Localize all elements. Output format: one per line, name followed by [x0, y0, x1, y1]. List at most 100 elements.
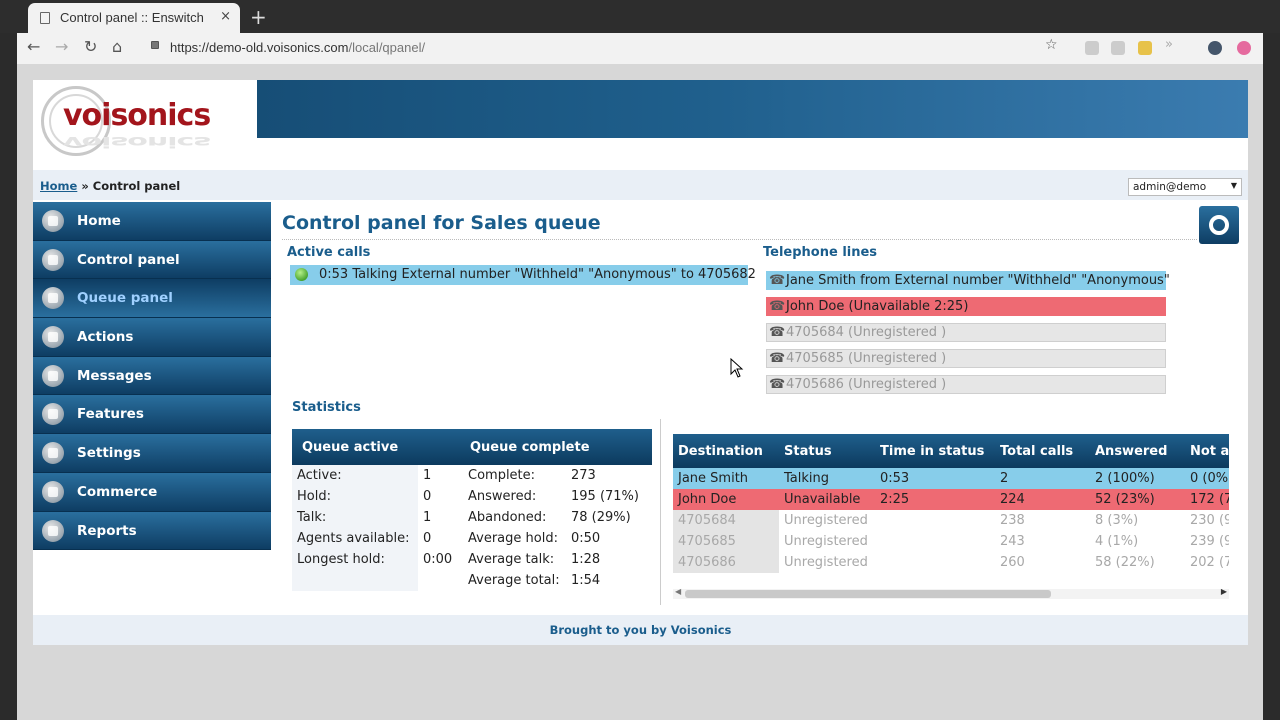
reload-icon[interactable]: ↻ — [84, 37, 97, 56]
settings-gear-button[interactable] — [1199, 206, 1239, 244]
table-cell: Talking — [779, 468, 875, 489]
back-icon[interactable]: ← — [27, 37, 40, 56]
column-header[interactable]: Status — [779, 434, 875, 468]
table-row[interactable]: 4705685Unregistered 2434 (1%)239 (99% — [673, 531, 1229, 552]
telephone-line-row[interactable]: ☎ 4705684 (Unregistered ) — [766, 323, 1166, 342]
scroll-right-icon[interactable]: ▶ — [1221, 587, 1227, 596]
extensions-overflow-icon[interactable]: » — [1165, 37, 1173, 52]
browser-tab[interactable]: Control panel :: Enswitch × — [28, 3, 240, 33]
sidebar-item-commerce[interactable]: Commerce — [33, 472, 271, 512]
home-browser-icon[interactable]: ⌂ — [112, 37, 122, 56]
sidebar-item-control-panel[interactable]: Control panel — [33, 240, 271, 280]
queue-members-scroll-area[interactable]: Destination Status Time in status Total cal… — [673, 434, 1229, 588]
column-header[interactable]: Answered — [1090, 434, 1185, 468]
sidebar-item-features[interactable]: Features — [33, 395, 271, 435]
new-tab-button[interactable]: + — [250, 5, 267, 29]
table-row[interactable]: John Doe Unavailable 2:25 224 52 (23%) 172 (7… — [673, 489, 1229, 510]
active-call-row[interactable]: 0:53 Talking External number "Withheld" … — [290, 265, 756, 285]
user-select[interactable]: admin@demo ▼ — [1128, 178, 1242, 196]
extension-icon[interactable] — [1111, 41, 1125, 55]
telephone-line-row[interactable]: ☎ 4705685 (Unregistered ) — [766, 349, 1166, 368]
sidebar-item-settings[interactable]: Settings — [33, 434, 271, 473]
table-row[interactable]: Jane Smith Talking 0:53 2 2 (100%) 0 (0%) — [673, 468, 1229, 489]
telephone-icon: ☎ — [769, 273, 786, 288]
table-cell: Jane Smith — [673, 468, 779, 489]
column-header[interactable]: Not ans — [1185, 434, 1229, 468]
telephone-line-row[interactable]: ☎ John Doe (Unavailable 2:25) — [766, 297, 1166, 316]
close-tab-icon[interactable]: × — [220, 9, 231, 24]
stats-row: Average total: 1:54 — [292, 570, 652, 591]
sidebar-item-label: Commerce — [77, 483, 158, 500]
bookmark-star-icon[interactable]: ☆ — [1045, 37, 1058, 53]
table-row[interactable]: 4705684Unregistered 2388 (3%)230 (97% — [673, 510, 1229, 531]
logo[interactable]: voisonics voisonics — [33, 80, 257, 160]
address-bar[interactable]: https://demo-old.voisonics.com/local/qpa… — [170, 40, 425, 55]
extension-icon[interactable] — [1085, 41, 1099, 55]
table-cell: 2:25 — [875, 489, 995, 510]
stats-row: Active: 1 Complete: 273 — [292, 465, 652, 486]
queue-panel-icon — [42, 287, 64, 310]
table-cell: 0 (0%) — [1185, 468, 1229, 489]
footer: Brought to you by Voisonics — [33, 615, 1248, 645]
table-row[interactable]: 4705686Unregistered 26058 (22%)202 (78% — [673, 552, 1229, 573]
telephone-icon: ☎ — [769, 299, 786, 314]
stat-value: 195 (71%) — [571, 489, 639, 504]
stat-label: Longest hold: — [292, 549, 418, 570]
telephone-line-text: 4705684 (Unregistered ) — [786, 325, 947, 340]
stat-label — [292, 570, 418, 591]
sidebar-item-home[interactable]: Home — [33, 202, 271, 241]
table-cell: 8 (3%) — [1090, 510, 1185, 531]
stat-label: Abandoned: — [468, 510, 547, 525]
column-header[interactable]: Destination — [673, 434, 779, 468]
sidebar-item-messages[interactable]: Messages — [33, 356, 271, 396]
gear-icon — [1209, 215, 1229, 235]
table-cell: 172 (77% — [1185, 489, 1229, 510]
stat-label: Average hold: — [468, 531, 558, 546]
active-calls-heading: Active calls — [287, 245, 371, 260]
extension-star-icon[interactable] — [1138, 41, 1152, 55]
forward-icon[interactable]: → — [55, 37, 68, 56]
horizontal-scrollbar[interactable]: ◀ ▶ — [673, 587, 1229, 599]
logo-reflection: voisonics — [63, 132, 211, 151]
scroll-left-icon[interactable]: ◀ — [675, 587, 681, 596]
reports-icon — [42, 519, 64, 542]
breadcrumb-home-link[interactable]: Home — [40, 179, 77, 193]
queue-complete-header: Queue complete — [460, 429, 652, 465]
settings-icon — [42, 442, 64, 465]
table-cell: 239 (99% — [1185, 531, 1229, 552]
table-cell: 58 (22%) — [1090, 552, 1185, 573]
stat-value: 78 (29%) — [571, 510, 631, 525]
table-cell: 4705684 — [673, 510, 779, 531]
stat-label: Average talk: — [468, 552, 555, 567]
stat-value: 0:50 — [571, 531, 601, 546]
logo-text: voisonics — [63, 98, 211, 133]
control-panel-icon — [42, 248, 64, 271]
stat-value: 1:54 — [571, 573, 601, 588]
telephone-icon: ☎ — [769, 377, 786, 392]
home-icon — [42, 210, 64, 232]
column-header[interactable]: Time in status — [875, 434, 995, 468]
tab-title: Control panel :: Enswitch — [60, 10, 204, 25]
telephone-icon: ☎ — [769, 351, 786, 366]
extension-pink-icon[interactable] — [1237, 41, 1251, 55]
sidebar-item-actions[interactable]: Actions — [33, 318, 271, 357]
column-header[interactable]: Total calls — [995, 434, 1090, 468]
messages-icon — [42, 364, 64, 387]
breadcrumb-current: Control panel — [92, 179, 181, 193]
statistics-heading: Statistics — [292, 400, 361, 415]
sidebar-nav: Home Control panel Queue panel Actions Messa… — [33, 202, 271, 551]
stat-label: Answered: — [468, 489, 537, 504]
actions-icon — [42, 326, 64, 349]
table-cell: 4 (1%) — [1090, 531, 1185, 552]
telephone-line-row[interactable]: ☎ 4705686 (Unregistered ) — [766, 375, 1166, 394]
features-icon — [42, 403, 64, 426]
table-cell: 4705685 — [673, 531, 779, 552]
sidebar-item-label: Settings — [77, 445, 141, 462]
table-cell: 243 — [995, 531, 1090, 552]
telephone-line-row[interactable]: ☎ Jane Smith from External number "Withhe… — [766, 271, 1170, 290]
stat-value: 0:00 — [423, 552, 453, 567]
profile-avatar-icon[interactable] — [1208, 41, 1222, 55]
sidebar-item-reports[interactable]: Reports — [33, 511, 271, 551]
scrollbar-thumb[interactable] — [685, 590, 1051, 598]
sidebar-item-queue-panel[interactable]: Queue panel — [33, 279, 271, 319]
